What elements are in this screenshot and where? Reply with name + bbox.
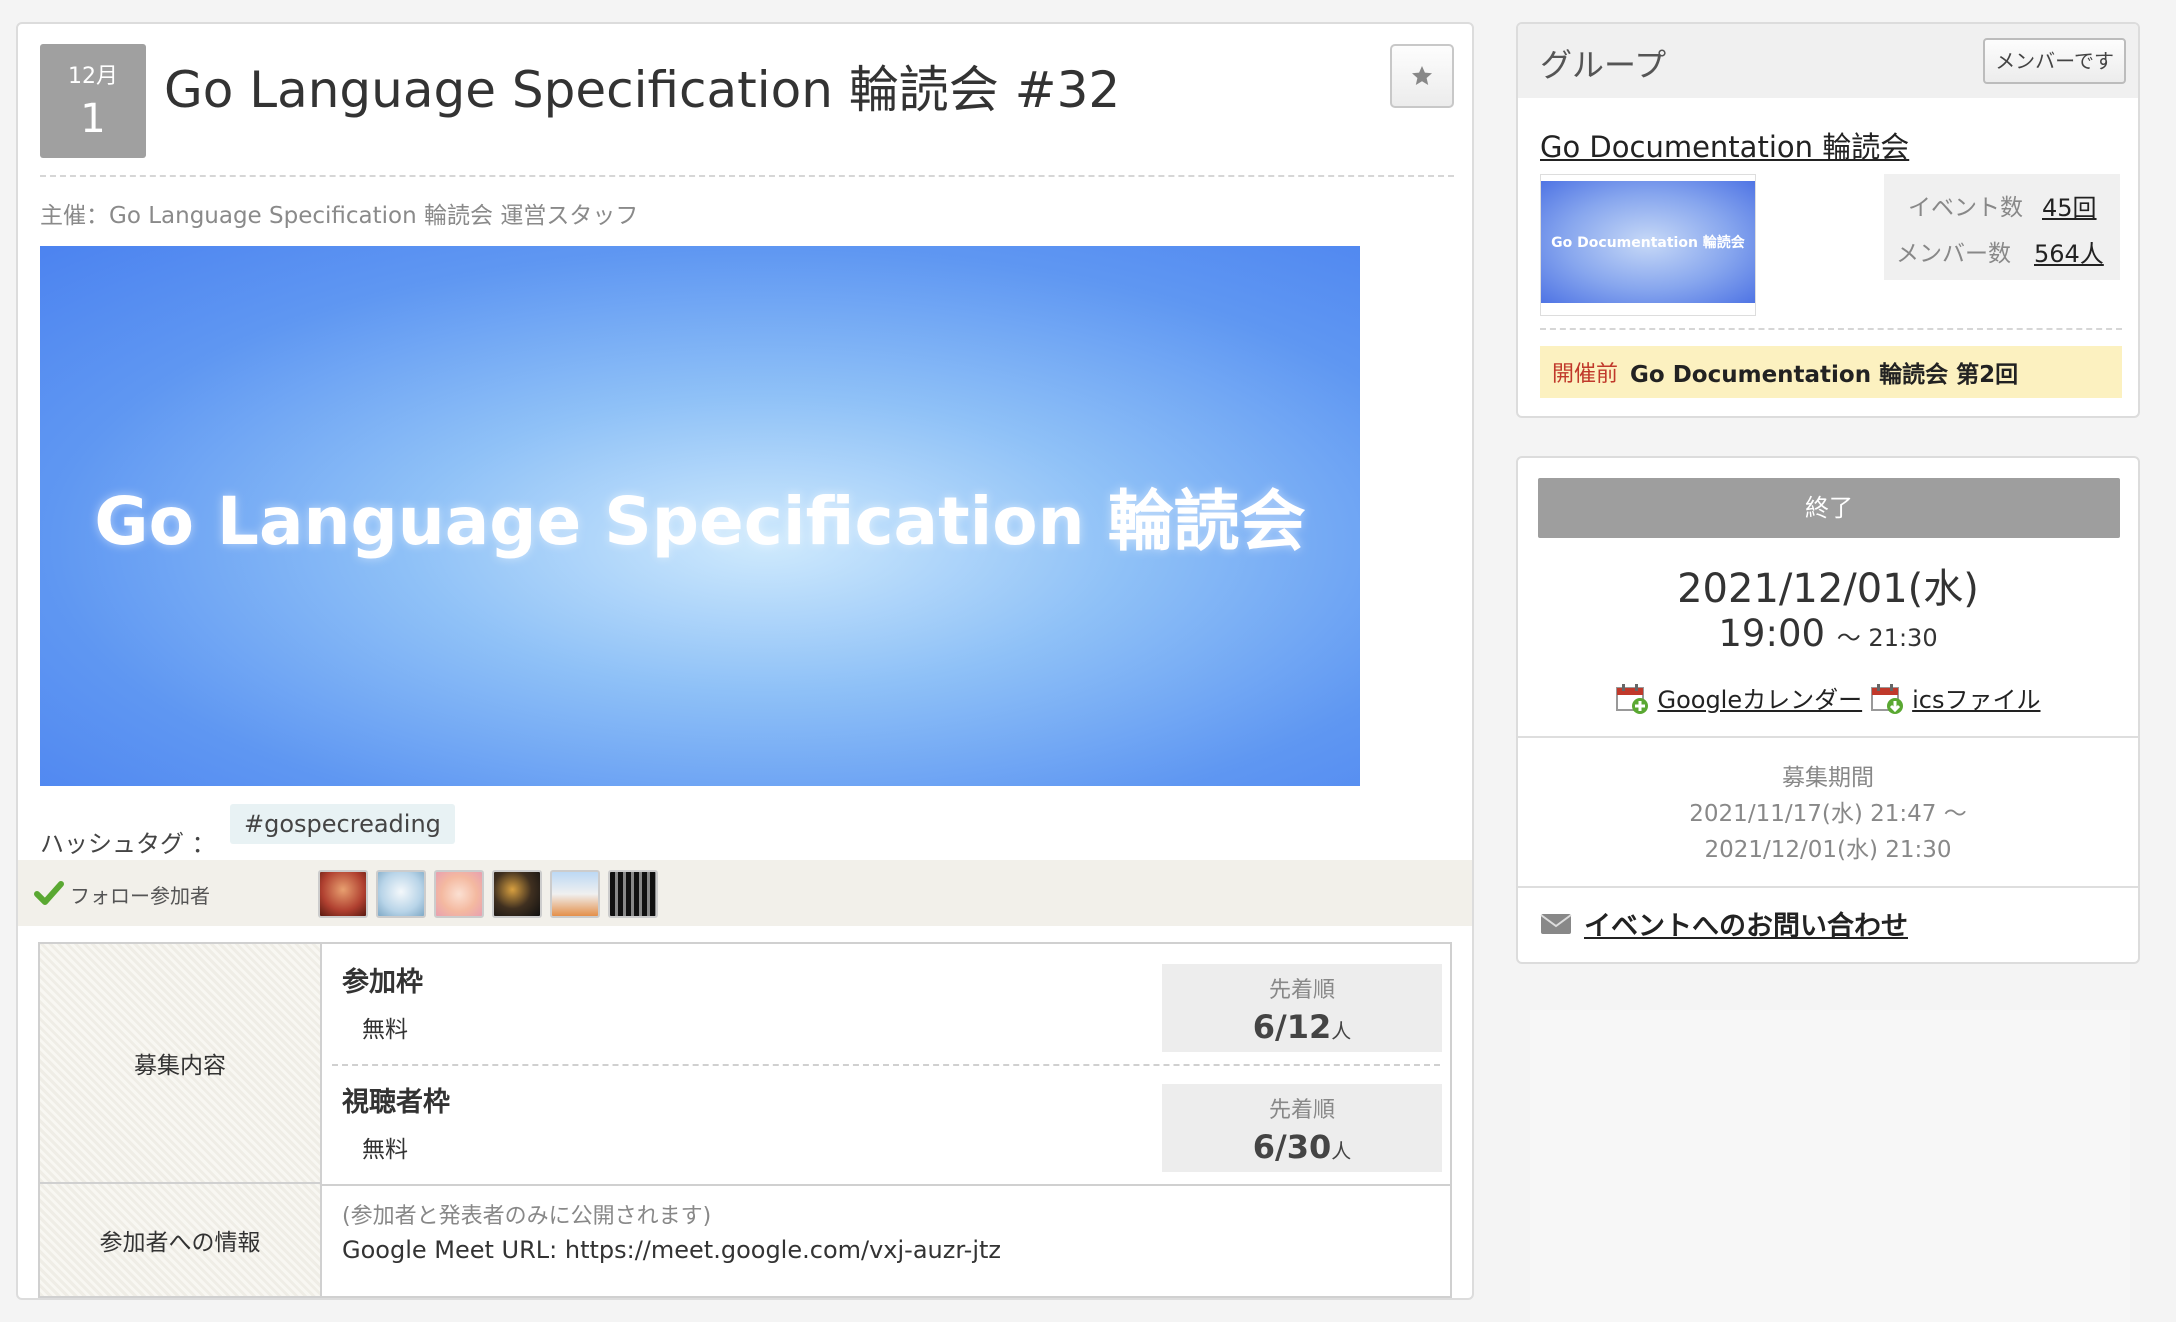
date-month: 12月 bbox=[68, 64, 118, 89]
ticket-divider bbox=[332, 1064, 1440, 1066]
group-panel: グループ メンバーです Go Documentation 輪読会 Go Docu… bbox=[1516, 22, 2140, 418]
ticket-name: 視聴者枠 bbox=[342, 1087, 450, 1118]
row-separator bbox=[322, 1184, 1450, 1186]
event-cover-image: Go Language Specification 輪読会 bbox=[40, 246, 1360, 786]
recruitment-period-end: 2021/12/01(水) 21:30 bbox=[1704, 837, 1952, 863]
schedule-separator bbox=[1518, 736, 2138, 738]
ics-file-link[interactable]: icsファイル bbox=[1912, 680, 2040, 715]
date-badge: 12月 1 bbox=[40, 44, 146, 158]
group-header: グループ メンバーです bbox=[1518, 24, 2138, 98]
recruitment-table: 募集内容 参加者への情報 参加枠 無料 先着順 6/12人 視聴者枠 無料 先着… bbox=[38, 942, 1452, 1298]
ticket-capacity-box: 先着順 6/12人 bbox=[1162, 964, 1442, 1052]
meeting-url[interactable]: Google Meet URL: https://meet.google.com… bbox=[342, 1236, 1001, 1264]
avatar[interactable] bbox=[550, 870, 600, 918]
cover-image-text: Go Language Specification 輪読会 bbox=[94, 483, 1306, 560]
ticket-method: 先着順 bbox=[1268, 978, 1335, 1003]
group-header-title: グループ bbox=[1540, 46, 1667, 84]
event-start-time: 19:00 bbox=[1718, 612, 1826, 655]
mail-icon bbox=[1540, 913, 1572, 934]
title-divider bbox=[40, 175, 1454, 177]
next-event-notice[interactable]: 開催前 Go Documentation 輪読会 第2回 bbox=[1540, 346, 2122, 398]
check-icon bbox=[34, 881, 64, 905]
group-thumbnail-text: Go Documentation 輪読会 bbox=[1551, 235, 1745, 251]
schedule-panel: 終了 2021/12/01(水) 19:00 ～ 21:30 Googleカレン… bbox=[1516, 456, 2140, 964]
participant-info-label: 参加者への情報 bbox=[40, 1184, 322, 1296]
event-date: 2021/12/01(水) bbox=[1677, 566, 1979, 612]
hashtag-link[interactable]: #gospecreading bbox=[230, 804, 455, 844]
ticket-count: 6/12人 bbox=[1252, 1008, 1352, 1046]
recruitment-period-label: 募集期間 bbox=[1782, 765, 1874, 791]
member-status-button[interactable]: メンバーです bbox=[1983, 38, 2126, 84]
contact-organizer-link[interactable]: イベントへのお問い合わせ bbox=[1584, 904, 1908, 943]
recruitment-period-start: 2021/11/17(水) 21:47 ～ bbox=[1689, 801, 1967, 827]
recruitment-period: 募集期間 2021/11/17(水) 21:47 ～ 2021/12/01(水)… bbox=[1518, 760, 2138, 868]
next-event-status: 開催前 bbox=[1552, 362, 1619, 387]
calendar-download-icon bbox=[1871, 683, 1904, 714]
avatar[interactable] bbox=[376, 870, 426, 918]
follow-participants-label: フォロー参加者 bbox=[70, 884, 210, 908]
group-thumbnail-image: Go Documentation 輪読会 bbox=[1541, 181, 1755, 303]
hashtag-label: ハッシュタグ ： bbox=[40, 830, 216, 858]
bookmark-button[interactable] bbox=[1390, 44, 1454, 108]
calendar-links: Googleカレンダー icsファイル bbox=[1518, 680, 2138, 715]
avatar[interactable] bbox=[434, 870, 484, 918]
google-calendar-link[interactable]: Googleカレンダー bbox=[1657, 680, 1862, 715]
participant-info-note: (参加者と発表者のみに公開されます) bbox=[342, 1204, 712, 1229]
organizer-text: 主催：Go Language Specification 輪読会 運営スタッフ bbox=[40, 203, 639, 229]
members-count-label: メンバー数 bbox=[1896, 241, 2011, 267]
avatar[interactable] bbox=[318, 870, 368, 918]
avatar[interactable] bbox=[608, 870, 658, 918]
event-title: Go Language Specification 輪読会 #32 bbox=[164, 61, 1121, 119]
group-name-link[interactable]: Go Documentation 輪読会 bbox=[1540, 124, 1909, 166]
star-icon bbox=[1412, 66, 1432, 85]
ticket-capacity-box: 先着順 6/30人 bbox=[1162, 1084, 1442, 1172]
events-count-label: イベント数 bbox=[1908, 195, 2023, 221]
event-time: 19:00 ～ 21:30 bbox=[1518, 612, 2138, 655]
ticket-price: 無料 bbox=[362, 1017, 408, 1043]
follow-participants-bar: フォロー参加者 bbox=[18, 860, 1472, 926]
ticket-method: 先着順 bbox=[1268, 1098, 1335, 1123]
group-divider bbox=[1540, 328, 2122, 330]
ticket-price: 無料 bbox=[362, 1137, 408, 1163]
schedule-separator bbox=[1518, 886, 2138, 888]
avatar[interactable] bbox=[492, 870, 542, 918]
event-status-bar: 終了 bbox=[1538, 478, 2120, 538]
members-count-link[interactable]: 564人 bbox=[2034, 234, 2104, 269]
next-event-title: Go Documentation 輪読会 第2回 bbox=[1630, 362, 2019, 388]
date-day: 1 bbox=[80, 96, 106, 142]
events-count-link[interactable]: 45回 bbox=[2042, 188, 2097, 223]
calendar-add-icon bbox=[1616, 683, 1649, 714]
group-thumbnail[interactable]: Go Documentation 輪読会 bbox=[1540, 174, 1756, 316]
event-end-time: ～ 21:30 bbox=[1836, 624, 1938, 652]
contact-row: イベントへのお問い合わせ bbox=[1540, 904, 1908, 943]
ticket-name: 参加枠 bbox=[342, 967, 423, 998]
sidebar-placeholder bbox=[1530, 1010, 2130, 1322]
group-stats: イベント数 45回 メンバー数 564人 bbox=[1884, 174, 2120, 280]
ticket-count: 6/30人 bbox=[1252, 1128, 1352, 1166]
recruitment-row-label: 募集内容 bbox=[40, 944, 322, 1184]
